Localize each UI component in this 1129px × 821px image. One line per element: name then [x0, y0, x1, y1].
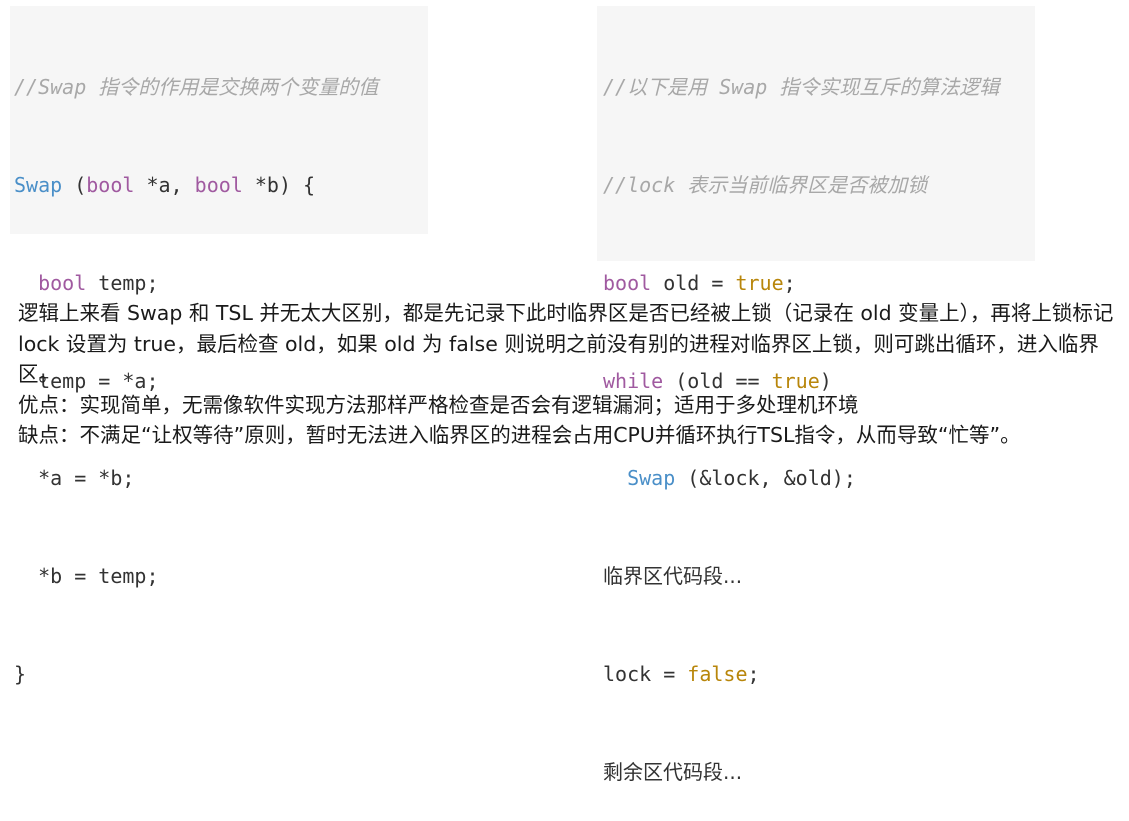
- code-text: }: [14, 661, 27, 686]
- code-text: *a = *b;: [38, 466, 135, 491]
- code-text: *b = temp;: [38, 564, 159, 589]
- function-name: Swap: [627, 466, 676, 491]
- code-text: temp;: [86, 270, 159, 295]
- boolean-literal: false: [687, 661, 748, 686]
- code-line: Swap (&lock, &old);: [603, 462, 1035, 495]
- code-text: 剩余区代码段...: [603, 759, 743, 784]
- code-line: }: [14, 658, 428, 691]
- code-text: ;: [783, 270, 796, 295]
- code-text: 临界区代码段...: [603, 564, 743, 589]
- explanation-paragraph: 逻辑上来看 Swap 和 TSL 并无太大区别，都是先记录下此时临界区是否已经被…: [18, 301, 1114, 386]
- code-line: 剩余区代码段...: [603, 756, 1035, 789]
- code-line: *a = *b;: [14, 462, 428, 495]
- code-comment: //lock 表示当前临界区是否被加锁: [603, 172, 928, 197]
- code-text: ;: [747, 661, 760, 686]
- code-text: *b) {: [242, 172, 316, 197]
- code-line: lock = false;: [603, 658, 1035, 691]
- code-line: //Swap 指令的作用是交换两个变量的值: [14, 71, 428, 104]
- boolean-literal: true: [735, 270, 784, 295]
- code-comment: //以下是用 Swap 指令实现互斥的算法逻辑: [603, 75, 1000, 100]
- code-comment: //Swap 指令的作用是交换两个变量的值: [14, 75, 379, 100]
- code-line: //lock 表示当前临界区是否被加锁: [603, 169, 1035, 202]
- code-line: Swap (bool *a, bool *b) {: [14, 169, 428, 202]
- disadvantages-paragraph: 缺点：不满足“让权等待”原则，暂时无法进入临界区的进程会占用CPU并循环执行TS…: [18, 423, 1021, 447]
- code-line: //以下是用 Swap 指令实现互斥的算法逻辑: [603, 71, 1035, 104]
- code-text: lock =: [603, 661, 688, 686]
- code-text: *a,: [134, 172, 195, 197]
- swap-mutex-code: //以下是用 Swap 指令实现互斥的算法逻辑 //lock 表示当前临界区是否…: [597, 6, 1035, 784]
- keyword: bool: [603, 270, 652, 295]
- code-line: bool old = true;: [603, 267, 1035, 300]
- code-text: (&lock, &old);: [675, 466, 856, 491]
- function-name: Swap: [14, 172, 63, 197]
- keyword: bool: [86, 172, 135, 197]
- explanation-text: 逻辑上来看 Swap 和 TSL 并无太大区别，都是先记录下此时临界区是否已经被…: [18, 298, 1118, 451]
- code-text: old =: [651, 270, 736, 295]
- keyword: bool: [194, 172, 243, 197]
- advantages-paragraph: 优点：实现简单，无需像软件实现方法那样严格检查是否会有逻辑漏洞；适用于多处理机环…: [18, 392, 859, 417]
- code-line: *b = temp;: [14, 560, 428, 593]
- keyword: bool: [38, 270, 87, 295]
- code-text: (: [62, 172, 87, 197]
- swap-definition-code: //Swap 指令的作用是交换两个变量的值 Swap (bool *a, boo…: [10, 6, 428, 686]
- code-line: 临界区代码段...: [603, 560, 1035, 593]
- code-line: bool temp;: [14, 267, 428, 300]
